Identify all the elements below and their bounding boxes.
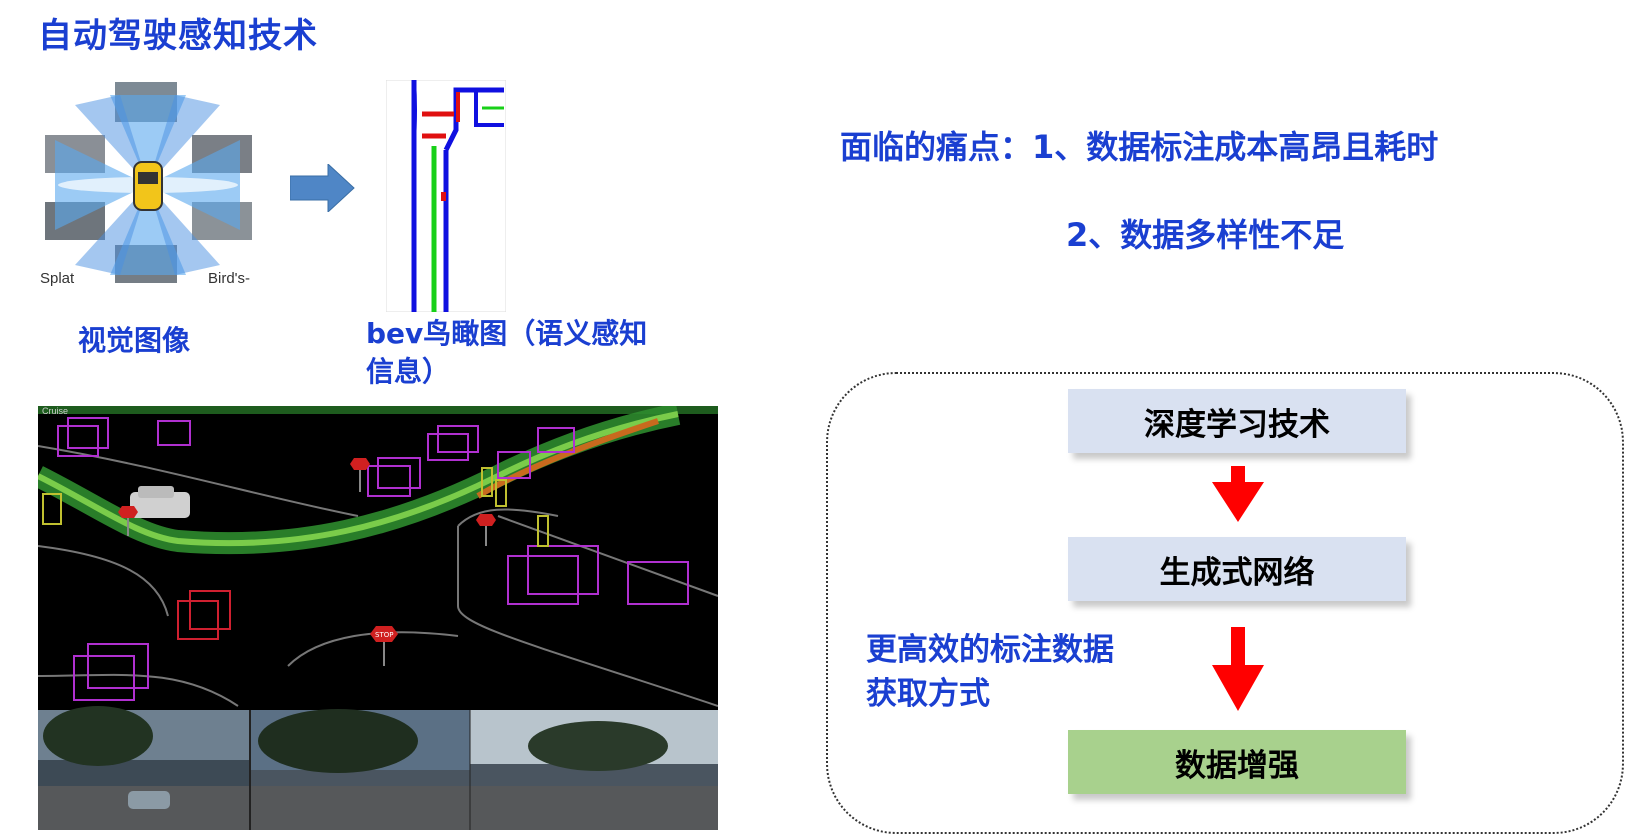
splat-label: Splat [40,270,75,287]
deep-learning-box: 深度学习技术 [1068,389,1406,453]
bev-caption: bev鸟瞰图（语义感知信息） [366,317,648,388]
down-arrow-icon [1212,627,1264,711]
perception-visualization: Cruise STOP [38,406,718,830]
generative-network-box: 生成式网络 [1068,537,1406,601]
pain-point-2: 2、数据多样性不足 [1066,216,1345,254]
visual-image-caption: 视觉图像 [78,324,191,357]
bev-map-illustration [386,80,506,312]
page-title: 自动驾驶感知技术 [38,16,318,56]
surround-view-illustration: Splat Bird's- [40,82,252,287]
down-arrow-icon [1212,466,1264,522]
stop-sign-text: STOP [375,631,393,639]
cruise-label: Cruise [42,406,68,416]
efficient-annotation-note: 更高效的标注数据获取方式 [866,632,1114,712]
pain-point-1: 面临的痛点：1、数据标注成本高昂且耗时 [840,128,1439,166]
birds-label: Bird's- [208,270,250,287]
data-augmentation-box: 数据增强 [1068,730,1406,794]
right-arrow-icon [290,164,355,212]
